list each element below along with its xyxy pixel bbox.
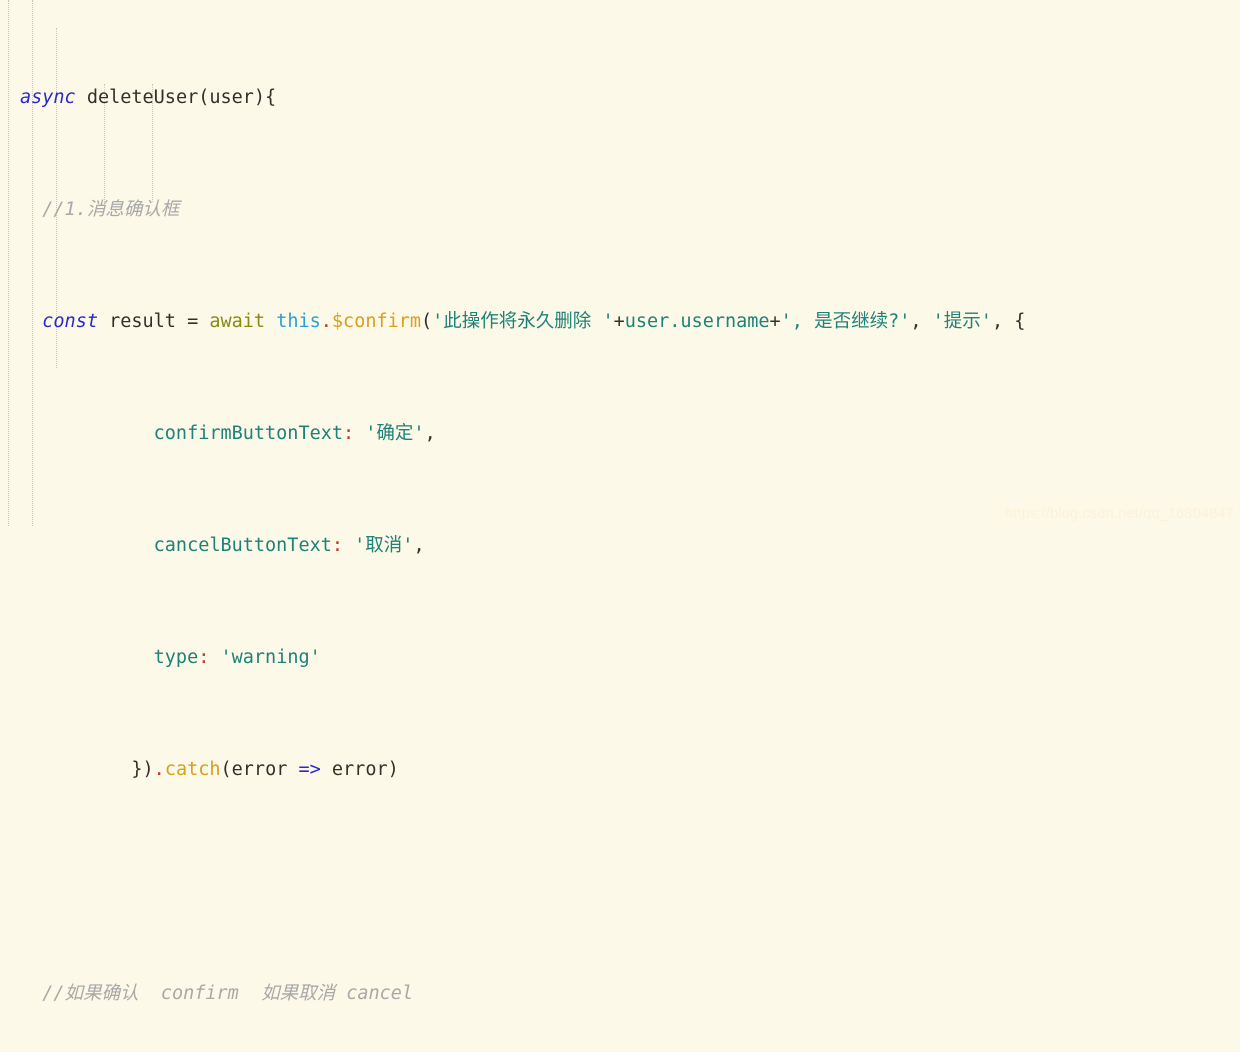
object-key-type: type: [153, 647, 199, 668]
string-literal-title: '提示': [932, 311, 992, 332]
code-line[interactable]: cancelButtonText: '取消',: [0, 532, 1240, 560]
colon: :: [343, 423, 355, 444]
comma: ,: [424, 423, 436, 444]
code-line[interactable]: const result = await this.$confirm('此操作将…: [0, 308, 1240, 336]
code-editor-pane[interactable]: async deleteUser(user){ //1.消息确认框 const …: [0, 0, 1240, 1004]
arrow-operator: =>: [298, 759, 321, 780]
code-line[interactable]: //如果确认 confirm 如果取消 cancel: [0, 980, 1240, 1008]
comment: //1.消息确认框: [42, 199, 180, 220]
string-literal: ', 是否继续?': [780, 311, 911, 332]
code-line[interactable]: //1.消息确认框: [0, 196, 1240, 224]
colon: :: [331, 535, 344, 556]
brace-open: {: [1014, 311, 1026, 332]
object-key-cancel-button-text: cancelButtonText: [153, 535, 332, 556]
string-literal: '取消': [354, 535, 414, 556]
string-literal: '此操作将永久删除 ': [432, 311, 614, 332]
paren: (: [421, 311, 433, 332]
code-line[interactable]: type: 'warning': [0, 644, 1240, 672]
function-signature: deleteUser(user){: [75, 87, 277, 108]
keyword-const: const: [42, 311, 98, 332]
dot-operator: .: [320, 311, 332, 332]
paren: (: [220, 759, 232, 780]
code-line[interactable]: async deleteUser(user){: [0, 84, 1240, 112]
keyword-async: async: [20, 87, 76, 108]
brace-paren-close: }): [131, 759, 154, 780]
string-literal: 'warning': [220, 647, 321, 668]
string-literal: '确定': [365, 423, 425, 444]
arrow-body: error: [320, 759, 388, 780]
comma: ,: [413, 535, 425, 556]
paren: ): [387, 759, 399, 780]
comma: ,: [991, 311, 1015, 332]
identifier-username: user.username: [624, 311, 770, 332]
comment: //如果确认 confirm 如果取消 cancel: [42, 983, 414, 1004]
param-error: error: [231, 759, 299, 780]
method-confirm: $confirm: [331, 311, 422, 332]
variable-result: result =: [97, 311, 210, 332]
code-line-blank[interactable]: [0, 868, 1240, 896]
dot-operator: .: [153, 759, 165, 780]
keyword-await: await: [209, 311, 266, 332]
code-content[interactable]: async deleteUser(user){ //1.消息确认框 const …: [0, 0, 1240, 1052]
colon: :: [198, 647, 210, 668]
comma: ,: [910, 311, 933, 332]
method-catch: catch: [164, 759, 221, 780]
code-line[interactable]: confirmButtonText: '确定',: [0, 420, 1240, 448]
watermark: https://blog.csdn.net/qq_16804847: [1004, 506, 1234, 522]
code-line[interactable]: }).catch(error => error): [0, 756, 1240, 784]
object-key-confirm-button-text: confirmButtonText: [153, 423, 344, 444]
plus-operator: +: [613, 311, 625, 332]
plus-operator: +: [769, 311, 781, 332]
keyword-this: this: [276, 311, 321, 332]
